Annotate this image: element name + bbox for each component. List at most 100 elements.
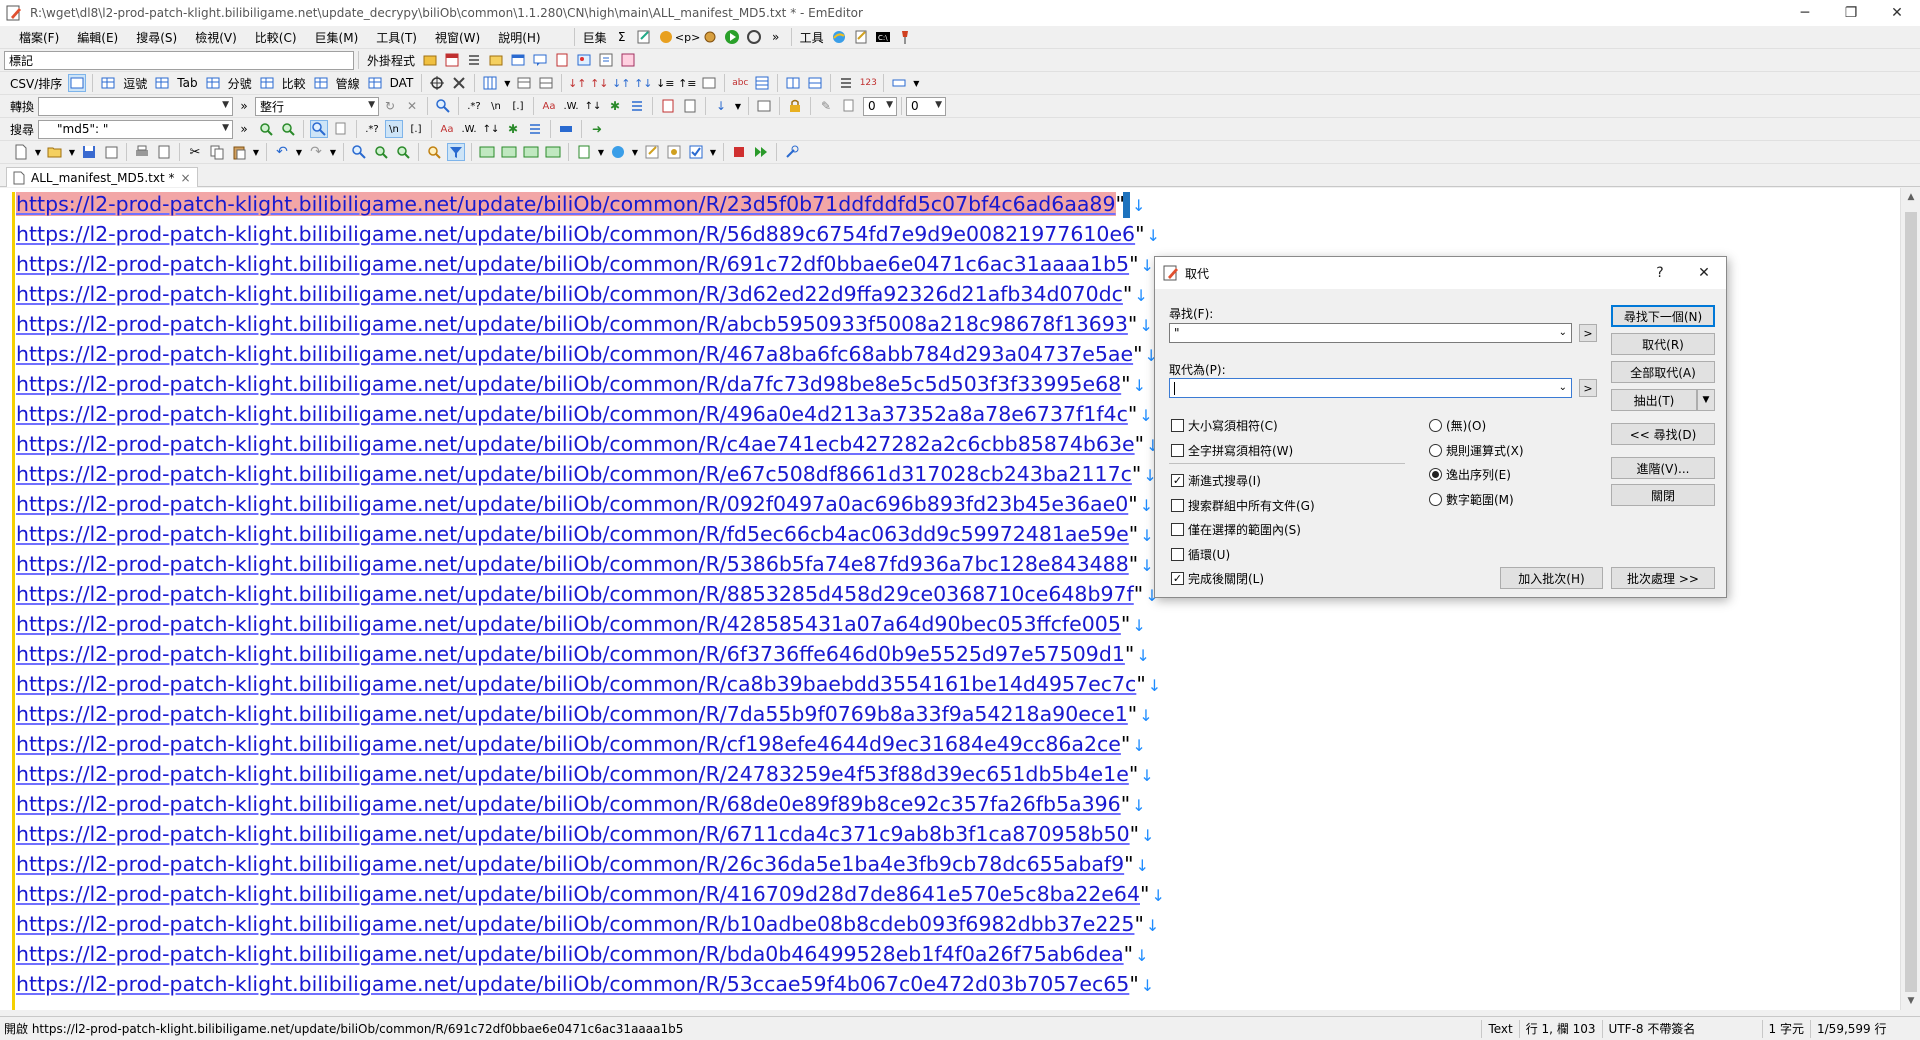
split-horizontal-icon[interactable] xyxy=(806,74,824,92)
url-link[interactable]: https://l2-prod-patch-klight.bilibiligam… xyxy=(16,822,1130,846)
macro-gear-icon[interactable] xyxy=(701,28,719,46)
url-link[interactable]: https://l2-prod-patch-klight.bilibiligam… xyxy=(16,912,1134,936)
editor-line[interactable]: https://l2-prod-patch-klight.bilibiligam… xyxy=(16,219,1160,249)
search-icon[interactable] xyxy=(350,143,368,161)
menu-macros[interactable]: 巨集(M) xyxy=(306,29,368,46)
filter-doc-icon[interactable] xyxy=(659,97,677,115)
csv-compare-icon[interactable] xyxy=(258,74,276,92)
url-link[interactable]: https://l2-prod-patch-klight.bilibiligam… xyxy=(16,402,1128,426)
menu-edit[interactable]: 編輯(E) xyxy=(68,29,127,46)
command-prompt-icon[interactable]: C:\ xyxy=(874,28,892,46)
plugin-image-icon[interactable] xyxy=(575,51,593,69)
filter-icon[interactable] xyxy=(447,143,465,161)
find-icon[interactable] xyxy=(310,120,328,138)
scroll-up-icon[interactable]: ▲ xyxy=(1901,188,1920,206)
tool-pin-icon[interactable] xyxy=(896,28,914,46)
find-next-button[interactable]: 尋找下一個(N) xyxy=(1611,305,1715,327)
editor-line[interactable]: https://l2-prod-patch-klight.bilibiligam… xyxy=(16,669,1161,699)
radio-circle[interactable] xyxy=(1429,444,1442,457)
sort-az-icon[interactable]: ↓↑ xyxy=(568,74,586,92)
url-link[interactable]: https://l2-prod-patch-klight.bilibiligam… xyxy=(16,192,1116,216)
url-link[interactable]: https://l2-prod-patch-klight.bilibiligam… xyxy=(16,642,1125,666)
find-back-button[interactable]: << 尋找(D) xyxy=(1611,423,1715,445)
notepad-icon[interactable] xyxy=(852,28,870,46)
url-link[interactable]: https://l2-prod-patch-klight.bilibiligam… xyxy=(16,522,1129,546)
csv-pipe-icon[interactable] xyxy=(312,74,330,92)
filter-doc2-icon[interactable] xyxy=(681,97,699,115)
dropdown-arrow-icon[interactable]: ▼ xyxy=(329,143,337,161)
tab-close-button[interactable]: × xyxy=(181,171,191,185)
url-link[interactable]: https://l2-prod-patch-klight.bilibiligam… xyxy=(16,672,1136,696)
clear-filter-icon[interactable]: ✕ xyxy=(403,97,421,115)
overflow-icon[interactable]: » xyxy=(235,97,253,115)
bookmark-icon[interactable]: ✱ xyxy=(606,97,624,115)
url-link[interactable]: https://l2-prod-patch-klight.bilibiligam… xyxy=(16,882,1140,906)
find-input[interactable]: " ⌄ xyxy=(1169,323,1572,343)
editor-line[interactable]: https://l2-prod-patch-klight.bilibiligam… xyxy=(16,489,1153,519)
dropdown-arrow-icon[interactable]: ▼ xyxy=(503,74,511,92)
editor-line[interactable]: https://l2-prod-patch-klight.bilibiligam… xyxy=(16,309,1153,339)
menu-window[interactable]: 視窗(W) xyxy=(426,29,489,46)
sort-numeric-desc-icon[interactable]: ↑↓ xyxy=(634,74,652,92)
editor-line[interactable]: https://l2-prod-patch-klight.bilibiligam… xyxy=(16,279,1148,309)
paste-icon[interactable] xyxy=(230,143,248,161)
checkbox-box[interactable] xyxy=(1171,499,1184,512)
checkbox-box[interactable] xyxy=(1171,419,1184,432)
wrap-around-checkbox[interactable]: 循環(U) xyxy=(1171,546,1230,563)
tools-cross-icon[interactable] xyxy=(450,74,468,92)
encoding-icon[interactable] xyxy=(575,143,593,161)
editor-line[interactable]: https://l2-prod-patch-klight.bilibiligam… xyxy=(16,339,1158,369)
dropdown-arrow-icon[interactable]: ▼ xyxy=(734,97,742,115)
split-view-icon[interactable] xyxy=(784,74,802,92)
url-link[interactable]: https://l2-prod-patch-klight.bilibiligam… xyxy=(16,222,1135,246)
search-combo[interactable]: "md5": " ▼ xyxy=(38,119,233,139)
in-selection-checkbox[interactable]: 僅在選擇的範圍內(S) xyxy=(1171,521,1301,538)
extract-dropdown-icon[interactable]: ▼ xyxy=(1697,389,1715,411)
sort-za-icon[interactable]: ↑↓ xyxy=(590,74,608,92)
window-tile4-icon[interactable] xyxy=(544,143,562,161)
close-when-done-checkbox[interactable]: ✓ 完成後關閉(L) xyxy=(1171,570,1264,587)
sigma-icon[interactable]: Σ xyxy=(613,28,631,46)
plugin-window-icon[interactable] xyxy=(509,51,527,69)
layout-icon[interactable] xyxy=(890,74,908,92)
plugin-folder-icon[interactable] xyxy=(487,51,505,69)
save-all-icon[interactable] xyxy=(102,143,120,161)
columns-icon[interactable] xyxy=(481,74,499,92)
undo-icon[interactable]: ↶ xyxy=(273,143,291,161)
number-combo-a[interactable]: 0 ▼ xyxy=(863,96,897,116)
match-case-checkbox[interactable]: 大小寫須相符(C) xyxy=(1171,417,1278,434)
redo-icon[interactable]: ↷ xyxy=(307,143,325,161)
find-prev-icon[interactable] xyxy=(257,120,275,138)
plugin-document-icon[interactable] xyxy=(553,51,571,69)
plugin-list-icon[interactable] xyxy=(465,51,483,69)
range-icon[interactable]: [.] xyxy=(407,120,425,138)
url-link[interactable]: https://l2-prod-patch-klight.bilibiligam… xyxy=(16,492,1128,516)
editor-line[interactable]: https://l2-prod-patch-klight.bilibiligam… xyxy=(16,369,1146,399)
editor-line[interactable]: https://l2-prod-patch-klight.bilibiligam… xyxy=(16,399,1153,429)
replace-input[interactable]: ⌄ xyxy=(1169,378,1572,398)
sort-numeric-icon[interactable]: ↓↑ xyxy=(612,74,630,92)
grid-icon[interactable] xyxy=(753,74,771,92)
url-link[interactable]: https://l2-prod-patch-klight.bilibiligam… xyxy=(16,582,1134,606)
convert-combo[interactable]: ▼ xyxy=(38,96,233,116)
editor-line[interactable]: https://l2-prod-patch-klight.bilibiligam… xyxy=(16,519,1154,549)
editor-line[interactable]: https://l2-prod-patch-klight.bilibiligam… xyxy=(16,459,1157,489)
advanced-button[interactable]: 進階(V)... xyxy=(1611,457,1715,479)
editor-line[interactable]: https://l2-prod-patch-klight.bilibiligam… xyxy=(16,879,1165,909)
editor-line[interactable]: https://l2-prod-patch-klight.bilibiligam… xyxy=(16,609,1146,639)
range-icon[interactable]: [.] xyxy=(509,97,527,115)
globe-icon[interactable] xyxy=(609,143,627,161)
url-link[interactable]: https://l2-prod-patch-klight.bilibiligam… xyxy=(16,372,1121,396)
csv-tab-icon[interactable] xyxy=(153,74,171,92)
copy-icon[interactable] xyxy=(208,143,226,161)
chevron-down-icon[interactable]: ⌄ xyxy=(1559,382,1567,393)
replace-all-button[interactable]: 全部取代(A) xyxy=(1611,361,1715,383)
plugin-comment-icon[interactable] xyxy=(531,51,549,69)
url-link[interactable]: https://l2-prod-patch-klight.bilibiligam… xyxy=(16,762,1129,786)
editor-line[interactable]: https://l2-prod-patch-klight.bilibiligam… xyxy=(16,849,1149,879)
vertical-scrollbar[interactable]: ▲ ▼ xyxy=(1900,188,1920,1010)
editor-line[interactable]: https://l2-prod-patch-klight.bilibiligam… xyxy=(16,909,1159,939)
incremental-search-checkbox[interactable]: ✓ 漸進式搜尋(I) xyxy=(1171,472,1261,489)
window-icon[interactable] xyxy=(755,97,773,115)
sort-length-desc-icon[interactable]: ↑≡ xyxy=(678,74,696,92)
